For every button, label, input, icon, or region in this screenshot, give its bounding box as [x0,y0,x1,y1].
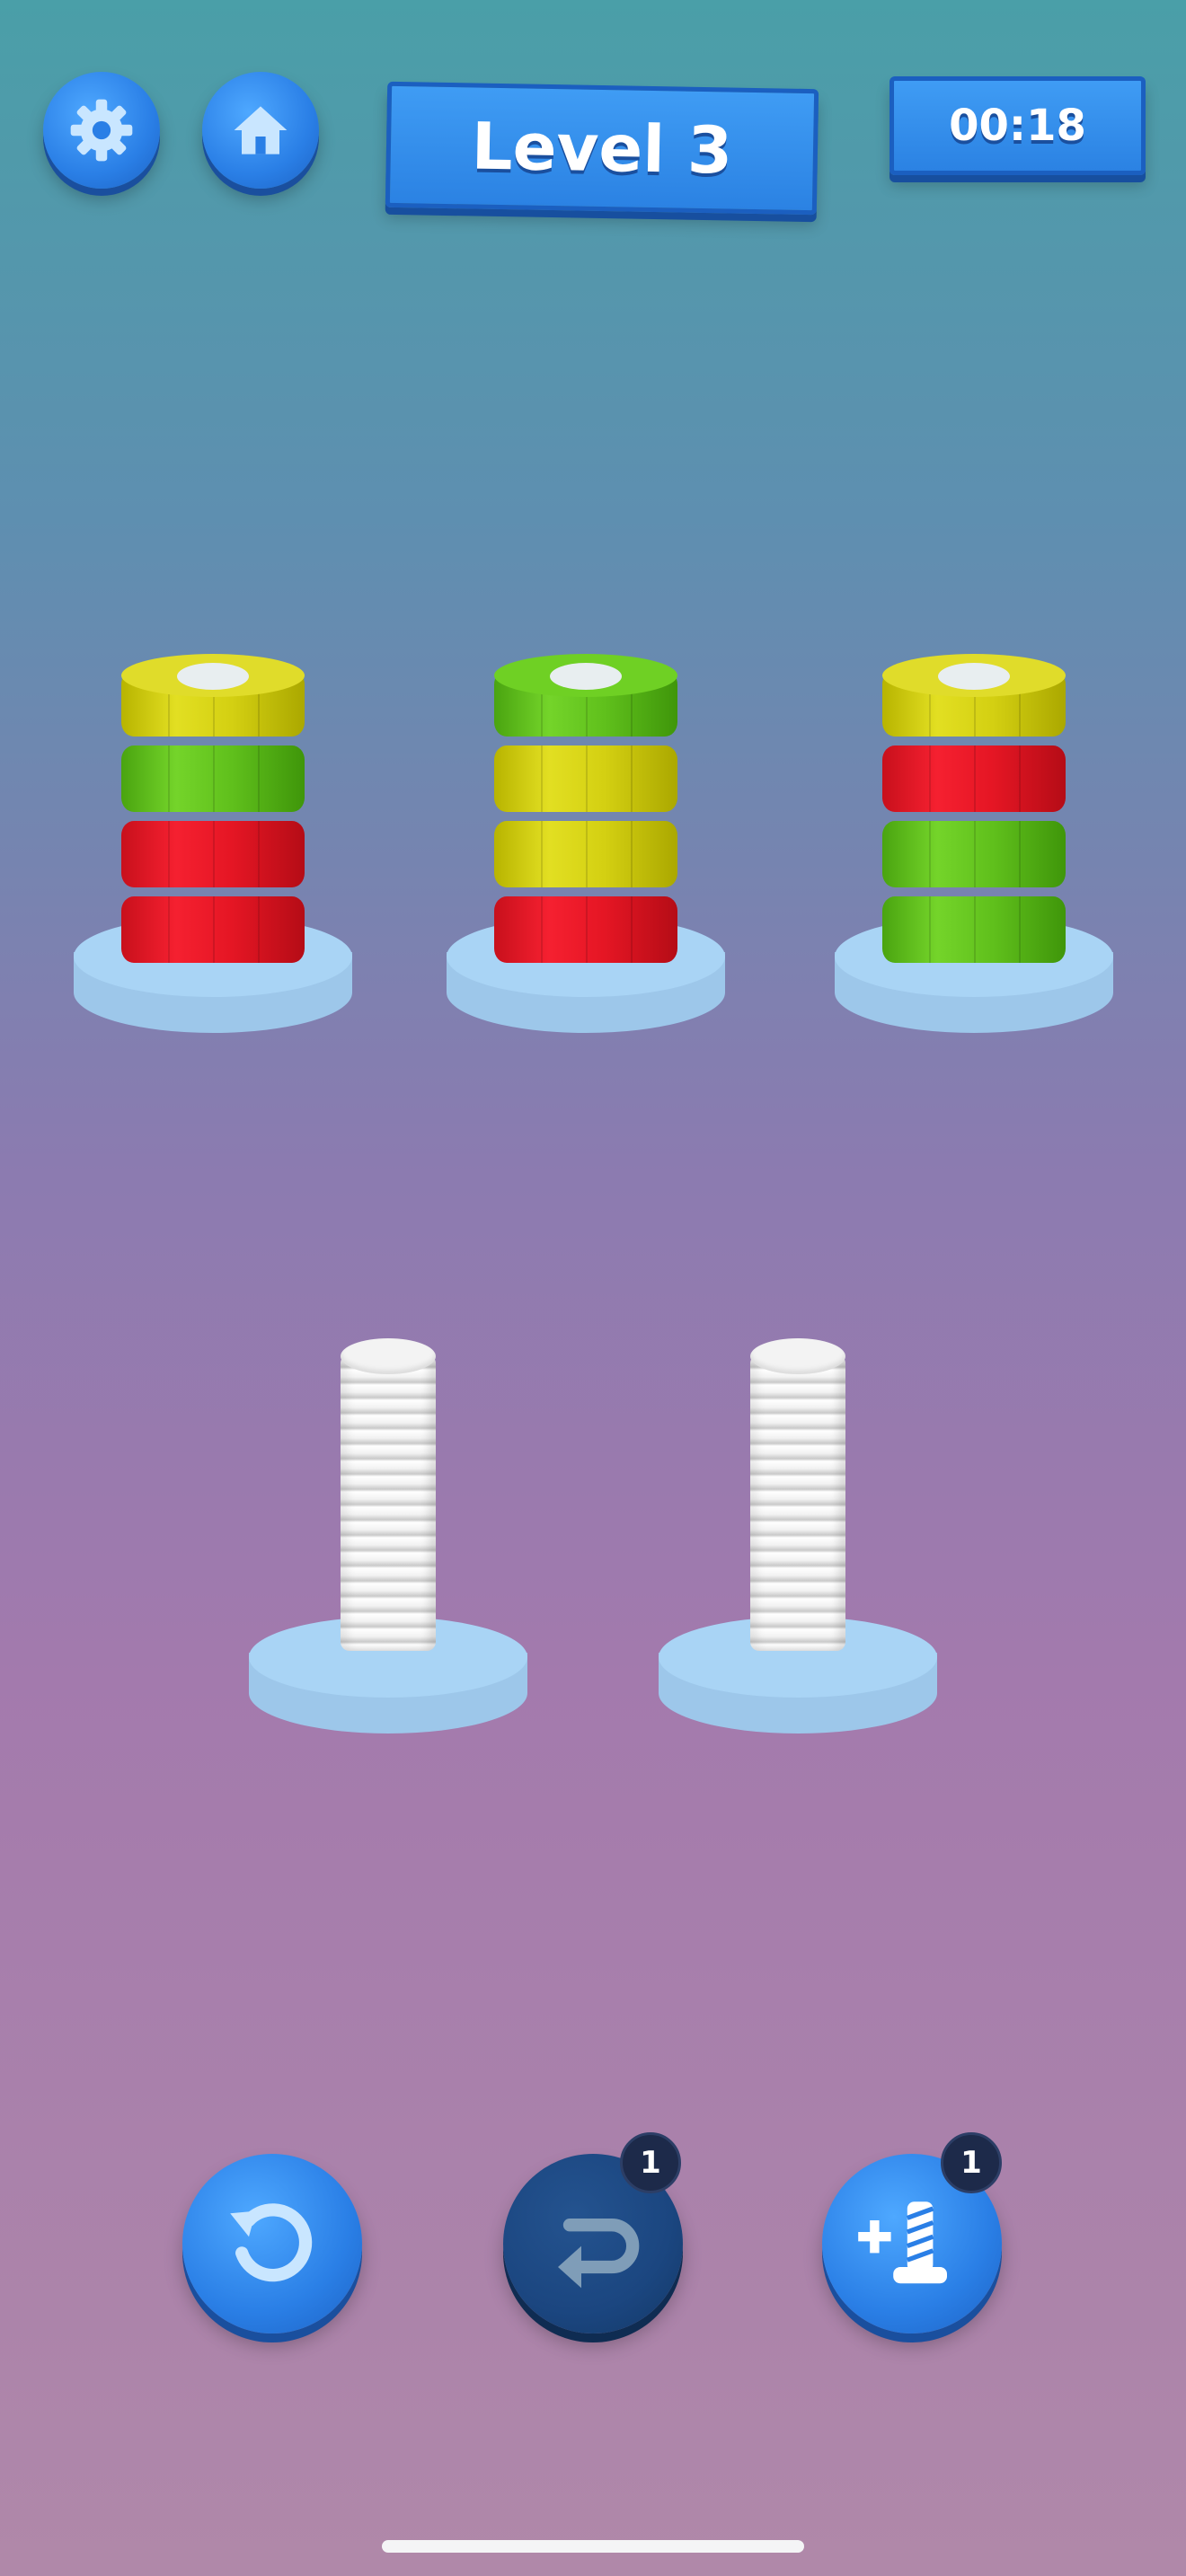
red-nut [121,880,305,963]
add-screw-count-badge: 1 [941,2132,1002,2193]
green-nut [882,880,1066,963]
nut-hole [177,663,249,690]
home-indicator [382,2540,804,2553]
empty-screw[interactable] [750,1338,845,1662]
red-nut [121,805,305,887]
yellow-nut[interactable] [121,654,305,737]
screw-tip [341,1338,436,1374]
yellow-nut[interactable] [882,654,1066,737]
yellow-nut [494,729,677,812]
red-nut [494,880,677,963]
nut-hole [938,663,1010,690]
home-button[interactable] [202,72,319,189]
settings-button[interactable] [43,72,160,189]
restart-icon [230,2203,313,2282]
timer-display: 00:18 [890,76,1146,175]
green-nut [121,729,305,812]
green-nut [882,805,1066,887]
red-nut [882,729,1066,812]
gear-icon [70,99,133,162]
screw-thread [750,1354,845,1651]
empty-screw[interactable] [341,1338,436,1662]
restart-button[interactable] [182,2154,362,2333]
undo-icon [558,2219,640,2289]
undo-count-badge: 1 [620,2132,681,2193]
home-icon [234,106,288,154]
add-screw-icon [858,2201,947,2284]
nut-hole [550,663,622,690]
screw-thread [341,1354,436,1651]
yellow-nut [494,805,677,887]
screw-tip [750,1338,845,1374]
green-nut[interactable] [494,654,677,737]
level-title: Level 3 [385,81,819,216]
